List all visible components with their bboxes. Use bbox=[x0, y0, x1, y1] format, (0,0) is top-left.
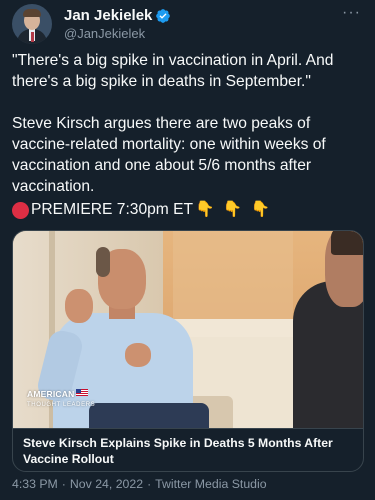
tweet-meta: 4:33 PM · Nov 24, 2022 · Twitter Media Studi… bbox=[12, 477, 267, 491]
verified-badge-icon bbox=[156, 8, 171, 23]
tweet-header: Jan Jekielek @JanJekielek ··· bbox=[12, 4, 363, 44]
meta-separator: · bbox=[61, 477, 66, 491]
channel-watermark: AMERICAN THOUGHT LEADERS bbox=[27, 389, 95, 410]
media-card[interactable]: AMERICAN THOUGHT LEADERS Steve Kirsch Ex… bbox=[12, 230, 364, 472]
red-circle-icon bbox=[12, 201, 29, 219]
pointing-down-emoji: 👇 👇 👇 bbox=[195, 201, 272, 218]
meta-separator: · bbox=[147, 477, 152, 491]
us-flag-icon bbox=[76, 389, 89, 396]
watermark-line-2: THOUGHT LEADERS bbox=[27, 402, 96, 408]
video-thumbnail[interactable]: AMERICAN THOUGHT LEADERS bbox=[13, 231, 363, 428]
card-caption[interactable]: Steve Kirsch Explains Spike in Deaths 5 … bbox=[13, 428, 363, 471]
tweet-text: "There's a big spike in vaccination in A… bbox=[12, 50, 364, 218]
more-horizontal-icon[interactable]: ··· bbox=[342, 5, 361, 21]
author-names: Jan Jekielek @JanJekielek bbox=[64, 6, 171, 42]
tweet-paragraph-1: "There's a big spike in vaccination in A… bbox=[12, 52, 334, 90]
watermark-line-1: AMERICAN bbox=[27, 389, 75, 399]
tweet-paragraph-2: Steve Kirsch argues there are two peaks … bbox=[12, 115, 326, 195]
premiere-text: PREMIERE 7:30pm ET bbox=[31, 201, 194, 218]
tweet-source[interactable]: Twitter Media Studio bbox=[155, 477, 266, 491]
premiere-line: PREMIERE 7:30pm ET 👇 👇 👇 bbox=[12, 199, 272, 221]
handle[interactable]: @JanJekielek bbox=[64, 25, 171, 42]
display-name-link[interactable]: Jan Jekielek bbox=[64, 6, 171, 25]
avatar[interactable] bbox=[12, 4, 52, 44]
tweet-date[interactable]: Nov 24, 2022 bbox=[70, 477, 143, 491]
display-name: Jan Jekielek bbox=[64, 7, 153, 24]
tweet-time[interactable]: 4:33 PM bbox=[12, 477, 58, 491]
